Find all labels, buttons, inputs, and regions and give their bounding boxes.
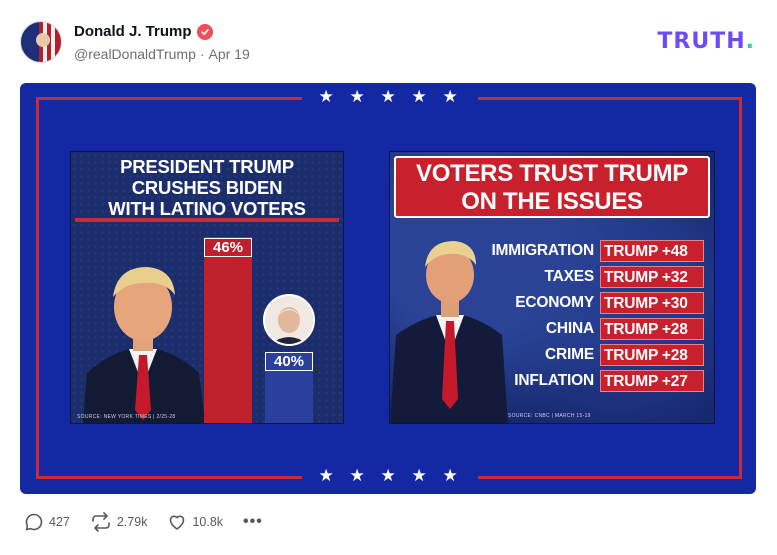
right-title-line: ON THE ISSUES xyxy=(461,188,643,215)
issue-row: TAXES TRUMP +32 xyxy=(478,266,706,288)
issue-name: CHINA xyxy=(545,320,594,337)
handle-row: @realDonaldTrump · Apr 19 xyxy=(74,46,250,62)
star-icon: ★ xyxy=(349,466,365,485)
more-options-icon[interactable]: ••• xyxy=(243,513,263,531)
star-icon: ★ xyxy=(442,466,458,485)
issue-value: TRUMP +27 xyxy=(600,370,704,392)
biden-percentage: 40% xyxy=(265,352,313,371)
left-graphic-title: PRESIDENT TRUMP CRUSHES BIDEN WITH LATIN… xyxy=(71,156,343,219)
issue-value: TRUMP +48 xyxy=(600,240,704,262)
right-graphic-title: VOTERS TRUST TRUMP ON THE ISSUES xyxy=(394,156,710,218)
left-title-line: CRUSHES BIDEN xyxy=(131,177,283,198)
issue-name: CRIME xyxy=(545,346,594,363)
post-actions: 427 2.79k 10.8k ••• xyxy=(24,512,263,532)
issue-row: ECONOMY TRUMP +30 xyxy=(478,292,706,314)
right-source-note: SOURCE: CNBC | MARCH 15-19 xyxy=(508,413,591,419)
stars-top: ★ ★ ★ ★ ★ xyxy=(20,87,756,107)
author-row: Donald J. Trump xyxy=(74,23,213,40)
author-handle[interactable]: @realDonaldTrump xyxy=(74,46,196,62)
issue-value: TRUMP +32 xyxy=(600,266,704,288)
title-underline xyxy=(75,218,339,222)
issue-name: TAXES xyxy=(544,268,594,285)
biden-bar xyxy=(265,363,313,423)
verified-badge-icon xyxy=(196,23,213,40)
star-icon: ★ xyxy=(349,87,365,106)
star-icon: ★ xyxy=(318,466,334,485)
issue-name: INFLATION xyxy=(514,372,594,389)
left-source-note: SOURCE: NEW YORK TIMES | 2/25-28 xyxy=(77,414,176,420)
latino-voters-graphic: PRESIDENT TRUMP CRUSHES BIDEN WITH LATIN… xyxy=(70,151,344,424)
like-count: 10.8k xyxy=(192,515,224,529)
star-icon: ★ xyxy=(442,87,458,106)
brand-text: TRUTH xyxy=(657,29,746,54)
star-icon: ★ xyxy=(411,87,427,106)
left-title-line: WITH LATINO VOTERS xyxy=(108,198,306,219)
issue-row: CHINA TRUMP +28 xyxy=(478,318,706,340)
star-icon: ★ xyxy=(411,466,427,485)
retruth-button[interactable]: 2.79k xyxy=(90,512,148,532)
issue-value: TRUMP +30 xyxy=(600,292,704,314)
issues-graphic: VOTERS TRUST TRUMP ON THE ISSUES IMMIGRA… xyxy=(389,151,715,424)
issue-row: IMMIGRATION TRUMP +48 xyxy=(478,240,706,262)
issue-value: TRUMP +28 xyxy=(600,318,704,340)
star-icon: ★ xyxy=(380,87,396,106)
trump-bar xyxy=(204,237,252,423)
right-title-line: VOTERS TRUST TRUMP xyxy=(416,160,688,187)
author-name[interactable]: Donald J. Trump xyxy=(74,23,192,40)
biden-portrait xyxy=(263,294,315,346)
reply-button[interactable]: 427 xyxy=(24,512,70,532)
retruth-icon xyxy=(92,512,110,532)
retruth-count: 2.79k xyxy=(116,515,148,529)
frame-right-line xyxy=(739,97,742,479)
issue-row: CRIME TRUMP +28 xyxy=(478,344,706,366)
issue-row: INFLATION TRUMP +27 xyxy=(478,370,706,392)
trump-portrait xyxy=(83,267,205,423)
avatar[interactable] xyxy=(20,21,62,63)
reply-count: 427 xyxy=(49,515,70,529)
stars-bottom: ★ ★ ★ ★ ★ xyxy=(20,466,756,486)
frame-left-line xyxy=(36,97,39,479)
truth-logo: TRUTH. xyxy=(657,29,755,54)
issue-name: ECONOMY xyxy=(515,294,594,311)
issue-name: IMMIGRATION xyxy=(491,242,594,259)
post-date[interactable]: Apr 19 xyxy=(209,46,250,62)
like-button[interactable]: 10.8k xyxy=(167,512,223,532)
left-title-line: PRESIDENT TRUMP xyxy=(120,156,294,177)
issue-value: TRUMP +28 xyxy=(600,344,704,366)
star-icon: ★ xyxy=(380,466,396,485)
brand-dot: . xyxy=(745,29,755,54)
heart-icon xyxy=(170,515,185,530)
separator: · xyxy=(199,46,205,62)
reply-icon xyxy=(25,513,43,531)
trump-percentage: 46% xyxy=(204,238,252,257)
star-icon: ★ xyxy=(318,87,334,106)
post-image[interactable]: ★ ★ ★ ★ ★ ★ ★ ★ ★ ★ PRESIDENT TRUMP CRUS… xyxy=(20,83,756,494)
